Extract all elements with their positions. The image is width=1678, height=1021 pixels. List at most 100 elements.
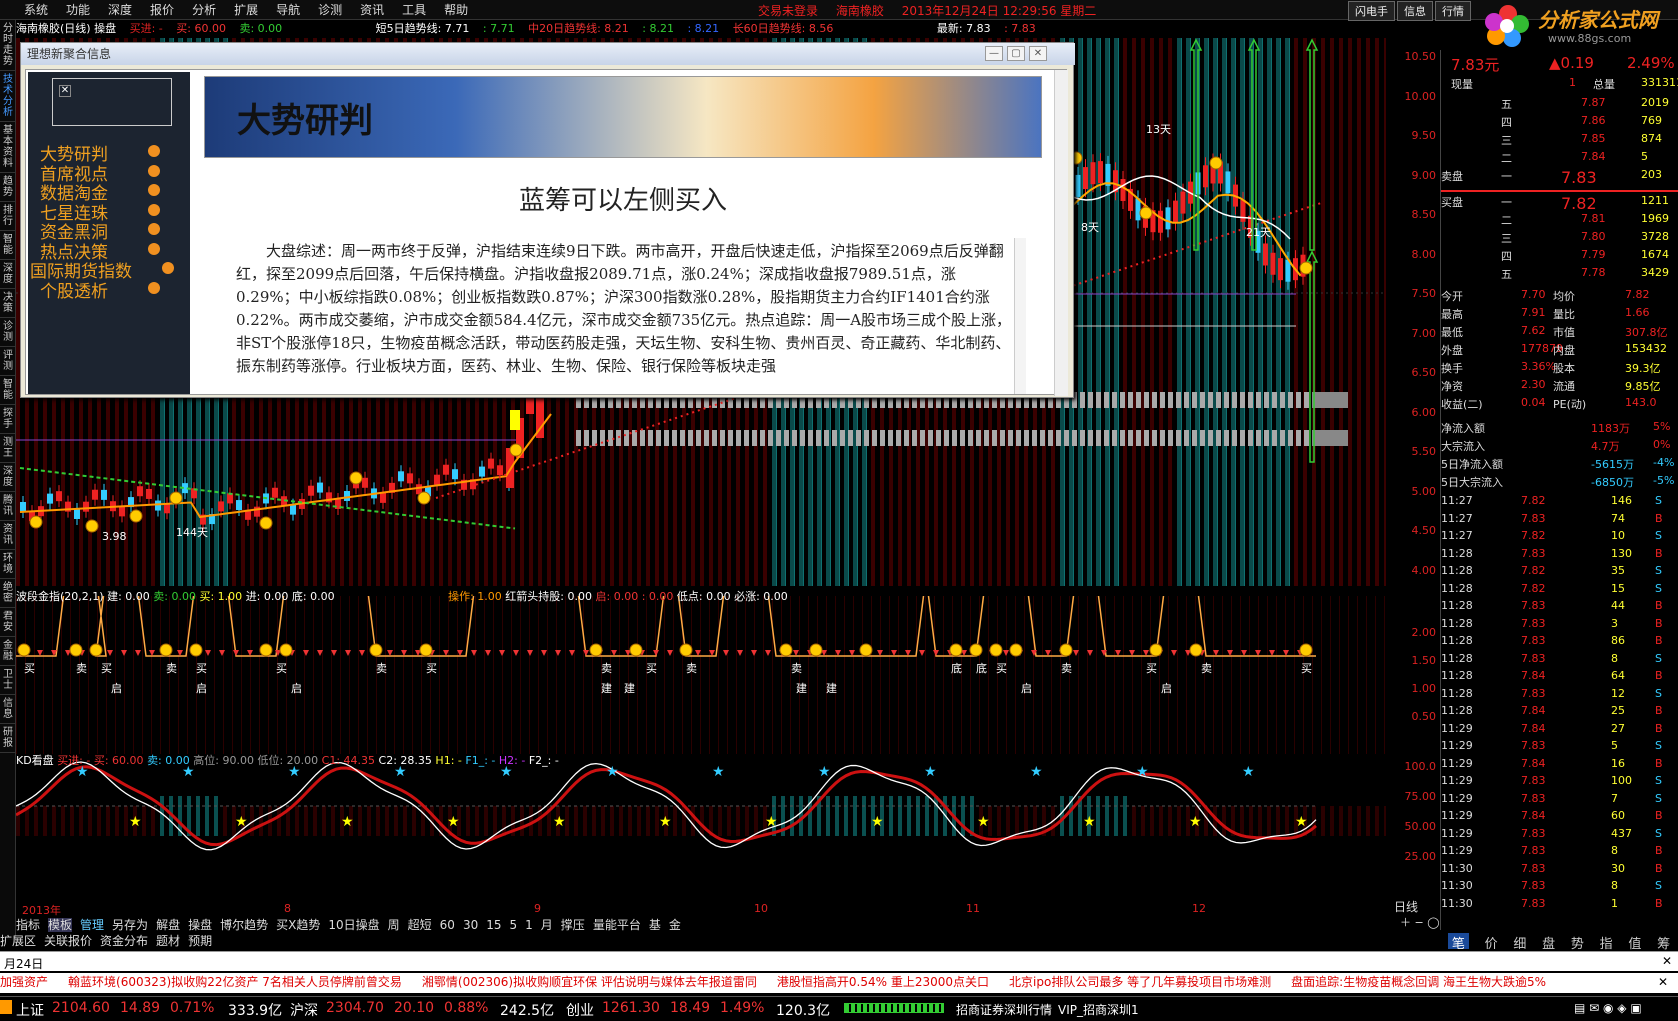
nav-tab-7[interactable]: 决策 [0, 289, 16, 318]
menu-4[interactable]: 分析 [183, 1, 225, 18]
nav-tab-1[interactable]: 技术分析 [0, 71, 16, 122]
toolbar-item-5[interactable]: 操盘 [188, 918, 212, 932]
sz-label[interactable]: 沪深 [290, 1000, 318, 1020]
rtab-3[interactable]: 盘 [1542, 933, 1555, 952]
tray-icons[interactable]: ▤ ✉ ◉ ◈ ▣ [1574, 1001, 1642, 1015]
kd-indicator-chart[interactable]: ★★★★★★★★★★★★★★★★★★★★★★★★ [16, 756, 1386, 902]
news-item-1[interactable]: 翰蓝环境(600323)拟收购22亿资产 7名相关人员停牌前曾交易 [68, 975, 402, 989]
toolbar-item-18[interactable]: 量能平台 [593, 918, 641, 932]
toolbar-item-8[interactable]: 10日操盘 [328, 918, 379, 932]
menu-9[interactable]: 工具 [393, 1, 435, 18]
rtab-4[interactable]: 势 [1571, 933, 1584, 952]
toolbar-item-6[interactable]: 博尔趋势 [220, 918, 268, 932]
toolbar-item-16[interactable]: 月 [541, 918, 553, 932]
nav-tab-14[interactable]: 腾讯 [0, 492, 16, 521]
news-item-2[interactable]: 湘鄂情(002306)拟收购顺宜环保 评估说明与媒体去年报道雷同 [422, 975, 757, 989]
toolbar-item-4[interactable]: 解盘 [156, 918, 180, 932]
toolbar-item-13[interactable]: 15 [486, 918, 501, 932]
toolbar2-item-2[interactable]: 资金分布 [100, 934, 148, 948]
rtab-5[interactable]: 指 [1600, 933, 1613, 952]
nav-tab-22[interactable]: 研报 [0, 724, 16, 753]
rtab-1[interactable]: 价 [1485, 933, 1498, 952]
nav-tab-4[interactable]: 排行 [0, 202, 16, 231]
nav-tab-12[interactable]: 测王 [0, 434, 16, 463]
toolbar-item-11[interactable]: 60 [440, 918, 455, 932]
toolbar-item-10[interactable]: 超短 [408, 918, 432, 932]
toolbar-item-12[interactable]: 30 [463, 918, 478, 932]
toolbar-item-9[interactable]: 周 [388, 918, 400, 932]
toolbar-item-17[interactable]: 撑压 [561, 918, 585, 932]
trade-status[interactable]: 交易未登录 [758, 4, 818, 18]
command-bar[interactable]: 月24日 ✕ [0, 951, 1678, 971]
nav-tab-0[interactable]: 分时走势 [0, 20, 16, 71]
menu-3[interactable]: 报价 [141, 1, 183, 18]
news-item-5[interactable]: 盘面追踪:生物疫苗概念回调 海王生物大跌逾5% [1291, 975, 1546, 989]
rtab-7[interactable]: 筹 [1657, 933, 1670, 952]
nav-tab-16[interactable]: 环境 [0, 550, 16, 579]
nav-tab-8[interactable]: 诊测 [0, 318, 16, 347]
nav-tab-20[interactable]: 卫士 [0, 666, 16, 695]
nav-tab-10[interactable]: 智能 [0, 376, 16, 405]
nav-tab-2[interactable]: 基本资料 [0, 122, 16, 173]
minimize-icon[interactable]: — [985, 46, 1003, 61]
cy-label[interactable]: 创业 [566, 1000, 594, 1020]
toolbar2-item-0[interactable]: 扩展区 [0, 934, 36, 948]
menu-8[interactable]: 资讯 [351, 1, 393, 18]
menu-7[interactable]: 诊测 [309, 1, 351, 18]
toolbar-item-19[interactable]: 基 [649, 918, 661, 932]
menu-0[interactable]: 系统 [0, 1, 57, 18]
maximize-icon[interactable]: ▢ [1007, 46, 1025, 61]
rtab-0[interactable]: 笔 [1447, 933, 1469, 952]
nav-tab-5[interactable]: 智能 [0, 231, 16, 260]
menu-6[interactable]: 导航 [267, 1, 309, 18]
nav-tab-17[interactable]: 绝密 [0, 579, 16, 608]
menu-5[interactable]: 扩展 [225, 1, 267, 18]
chart-mark [17, 643, 31, 657]
top-button-1[interactable]: 信息 [1397, 1, 1433, 21]
article-scrollbar[interactable] [1014, 238, 1026, 394]
toolbar-item-0[interactable]: 指标 [16, 918, 40, 932]
nav-tab-18[interactable]: 君安 [0, 608, 16, 637]
toolbar-item-3[interactable]: 另存为 [112, 918, 148, 932]
news-item-0[interactable]: 加强资产 [0, 975, 48, 989]
menu-10[interactable]: 帮助 [435, 1, 477, 18]
side-menu-item-7[interactable]: 个股透析 [40, 277, 160, 302]
flow-row-1: 大宗流入 4.7万 0% [1441, 438, 1678, 456]
info-popup-window[interactable]: 理想新聚合信息 — ▢ ✕ ✕ 大势研判 首席视点 数据淘金 七星连珠 资金黑洞 热点决策… [20, 42, 1075, 398]
toolbar-item-20[interactable]: 金 [669, 918, 681, 932]
popup-title-bar[interactable]: 理想新聚合信息 [21, 43, 1075, 65]
toolbar-item-1[interactable]: 模板 [48, 918, 73, 932]
menu-2[interactable]: 深度 [99, 1, 141, 18]
toolbar-item-7[interactable]: 买X趋势 [276, 918, 320, 932]
nav-tab-9[interactable]: 评测 [0, 347, 16, 376]
top-button-2[interactable]: 行情 [1435, 1, 1471, 21]
news-item-4[interactable]: 北京ipo排队公司最多 等了几年募投项目市场难测 [1009, 975, 1271, 989]
toolbar-item-2[interactable]: 管理 [80, 918, 104, 932]
nav-tab-3[interactable]: 趋势 [0, 173, 16, 202]
toolbar2-item-3[interactable]: 题材 [156, 934, 180, 948]
toolbar2-item-1[interactable]: 关联报价 [44, 934, 92, 948]
news-item-3[interactable]: 港股恒指高开0.54% 重上23000点关口 [777, 975, 989, 989]
nav-tab-21[interactable]: 信息 [0, 695, 16, 724]
top-button-0[interactable]: 闪电手 [1348, 1, 1395, 21]
news-ticker[interactable]: 加强资产 翰蓝环境(600323)拟收购22亿资产 7名相关人员停牌前曾交易 湘鄂情… [0, 973, 1678, 993]
close-icon[interactable]: ✕ [1029, 46, 1047, 61]
toolbar-item-14[interactable]: 5 [510, 918, 518, 932]
toolbar2-item-4[interactable]: 预期 [188, 934, 212, 948]
chart-mark [1294, 38, 1298, 586]
close-icon[interactable]: ✕ [1662, 954, 1672, 968]
popup-scrollbar[interactable] [1054, 70, 1068, 396]
side-close-icon[interactable]: ✕ [59, 85, 71, 97]
nav-tab-13[interactable]: 深度 [0, 463, 16, 492]
wave-indicator-chart[interactable]: 买卖买卖买买卖买卖买卖卖底底买卖买卖买启启启建建建建启启 [16, 596, 1386, 754]
nav-tab-6[interactable]: 深度 [0, 260, 16, 289]
menu-1[interactable]: 功能 [57, 1, 99, 18]
nav-tab-19[interactable]: 金融 [0, 637, 16, 666]
sh-label[interactable]: 上证 [16, 1000, 44, 1020]
rtab-6[interactable]: 值 [1628, 933, 1641, 952]
nav-tab-11[interactable]: 探手 [0, 405, 16, 434]
rtab-2[interactable]: 细 [1513, 933, 1526, 952]
toolbar-item-15[interactable]: 1 [525, 918, 533, 932]
news-close-icon[interactable]: ✕ [1658, 975, 1668, 989]
nav-tab-15[interactable]: 资讯 [0, 521, 16, 550]
